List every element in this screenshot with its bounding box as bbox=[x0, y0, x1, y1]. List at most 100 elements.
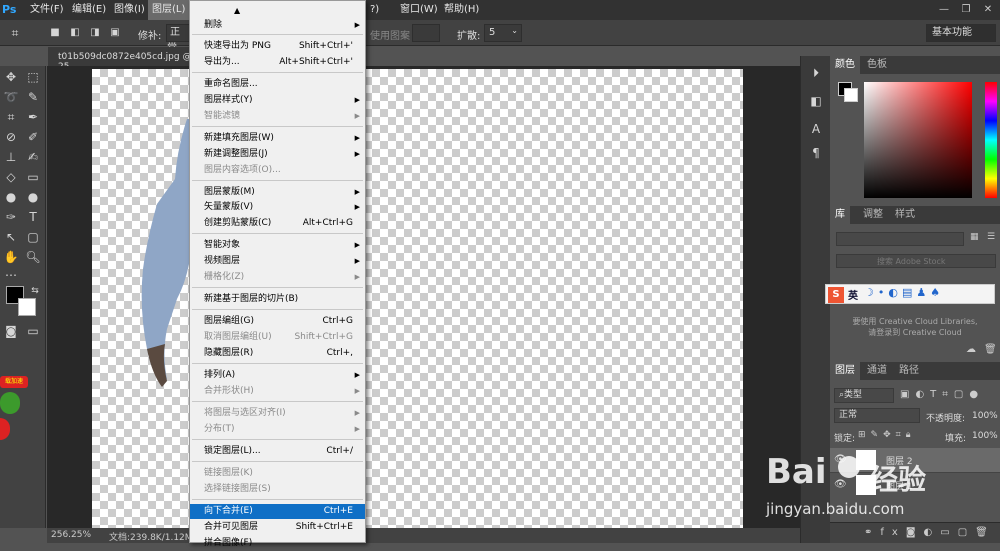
layer-menu-item[interactable]: 新建调整图层(J) ▶ bbox=[190, 147, 365, 162]
dodge-tool-icon[interactable]: ● bbox=[24, 188, 42, 206]
menu-window[interactable]: 窗口(W) bbox=[396, 0, 442, 20]
layer-menu-item[interactable]: 选择链接图层(S) bbox=[190, 482, 365, 497]
library-select[interactable] bbox=[836, 232, 964, 246]
document-tab[interactable]: t01b509dc0872e405cd.jpg @ 25 bbox=[48, 47, 192, 72]
intersect-selection-icon[interactable]: ▣ bbox=[106, 24, 124, 42]
menu-edit[interactable]: 编辑(E) bbox=[68, 0, 110, 20]
tab-color[interactable]: 颜色 bbox=[830, 56, 860, 74]
tab-paths[interactable]: 路径 bbox=[894, 362, 924, 380]
tab-layers[interactable]: 图层 bbox=[830, 362, 860, 380]
stamp-tool-icon[interactable]: ⊥ bbox=[2, 148, 20, 166]
lock-icons[interactable]: ⊞✎✥⌗🔒︎ bbox=[858, 430, 915, 440]
pattern-picker[interactable] bbox=[412, 24, 440, 42]
hand-tool-icon[interactable]: ✋ bbox=[2, 248, 20, 266]
history-panel-icon[interactable]: ⏵ bbox=[807, 64, 825, 82]
menu-image[interactable]: 图像(I) bbox=[110, 0, 149, 20]
eraser-tool-icon[interactable]: ◇ bbox=[2, 168, 20, 186]
layer-menu-item[interactable]: 导出为... Alt+Shift+Ctrl+' bbox=[190, 55, 365, 70]
layer-menu-item[interactable]: 视频图层 ▶ bbox=[190, 254, 365, 269]
more-tools-icon[interactable]: ⋯ bbox=[2, 266, 20, 284]
close-icon[interactable]: ✕ bbox=[978, 0, 998, 20]
healing-tool-icon[interactable]: ⊘ bbox=[2, 128, 20, 146]
marquee-tool-icon[interactable]: ⬚ bbox=[24, 68, 42, 86]
new-selection-icon[interactable]: ■ bbox=[46, 24, 64, 42]
paragraph-panel-icon[interactable]: ¶ bbox=[807, 144, 825, 162]
layer-menu-item[interactable]: 重命名图层... bbox=[190, 77, 365, 92]
layer-menu-item[interactable]: 新建基于图层的切片(B) bbox=[190, 292, 365, 307]
subtract-selection-icon[interactable]: ◨ bbox=[86, 24, 104, 42]
layer-menu-item[interactable]: 向下合并(E) Ctrl+E bbox=[190, 504, 365, 519]
layer-menu-item[interactable]: 新建填充图层(W) ▶ bbox=[190, 131, 365, 146]
patch-tool-icon[interactable]: ⌗ bbox=[6, 24, 24, 42]
menu-file[interactable]: 文件(F) bbox=[26, 0, 68, 20]
layer-menu-item[interactable]: 矢量蒙版(V) ▶ bbox=[190, 200, 365, 215]
grid-view-icon[interactable]: ▦ bbox=[970, 232, 982, 244]
gradient-tool-icon[interactable]: ▭ bbox=[24, 168, 42, 186]
properties-panel-icon[interactable]: ◧ bbox=[807, 92, 825, 110]
layer-menu-item[interactable]: 拼合图像(F) bbox=[190, 536, 365, 551]
path-select-icon[interactable]: ↖ bbox=[2, 228, 20, 246]
tab-swatches[interactable]: 色板 bbox=[862, 56, 892, 74]
character-panel-icon[interactable]: A bbox=[807, 120, 825, 138]
layer-menu-item[interactable]: 合并可见图层 Shift+Ctrl+E bbox=[190, 520, 365, 535]
adobe-stock-search[interactable]: 搜索 Adobe Stock bbox=[836, 254, 996, 268]
ime-toolbar[interactable]: S 英 ☽•◐▤♟♠ bbox=[825, 284, 995, 304]
shape-tool-icon[interactable]: ▢ bbox=[24, 228, 42, 246]
workspace-select[interactable]: 基本功能 bbox=[926, 24, 996, 42]
menu-view-partial[interactable]: ?) bbox=[366, 0, 383, 20]
blend-mode-select[interactable]: 正常 bbox=[834, 408, 920, 423]
ime-mode-label[interactable]: 英 bbox=[848, 287, 858, 302]
quick-select-tool-icon[interactable]: ✎ bbox=[24, 88, 42, 106]
background-color-swatch[interactable] bbox=[18, 298, 36, 316]
layer-menu-item[interactable]: 分布(T) ▶ bbox=[190, 422, 365, 437]
patch-mode-select[interactable]: 正常 bbox=[166, 24, 190, 54]
screen-mode-icon[interactable]: ▭ bbox=[24, 322, 42, 340]
layer-menu-item[interactable]: 链接图层(K) bbox=[190, 466, 365, 481]
layer-menu-item[interactable]: 栅格化(Z) ▶ bbox=[190, 270, 365, 285]
layer-menu-item[interactable]: 锁定图层(L)... Ctrl+/ bbox=[190, 444, 365, 459]
zoom-tool-icon[interactable]: 🔍︎ bbox=[24, 248, 42, 266]
use-pattern-label[interactable]: 使用图案 bbox=[370, 27, 410, 42]
tab-libraries[interactable]: 库 bbox=[830, 206, 850, 224]
ime-tools-icons[interactable]: ☽•◐▤♟♠ bbox=[864, 286, 944, 299]
zoom-level[interactable]: 256.25% bbox=[51, 530, 91, 540]
swap-colors-icon[interactable]: ⇆ bbox=[26, 282, 44, 300]
brush-tool-icon[interactable]: ✐ bbox=[24, 128, 42, 146]
layer-menu-item[interactable]: 隐藏图层(R) Ctrl+, bbox=[190, 346, 365, 361]
layer-menu-item[interactable]: 智能对象 ▶ bbox=[190, 238, 365, 253]
quick-mask-icon[interactable]: ◙ bbox=[2, 322, 20, 340]
restore-icon[interactable]: ❐ bbox=[956, 0, 976, 20]
eyedropper-tool-icon[interactable]: ✒ bbox=[24, 108, 42, 126]
layer-kind-filter[interactable]: ⌕类型 bbox=[834, 388, 894, 403]
trash-icon[interactable]: 🗑︎ bbox=[984, 344, 997, 355]
layer-menu-item[interactable]: 图层编组(G) Ctrl+G bbox=[190, 314, 365, 329]
blur-tool-icon[interactable]: ● bbox=[2, 188, 20, 206]
menu-help[interactable]: 帮助(H) bbox=[440, 0, 483, 20]
tab-channels[interactable]: 通道 bbox=[862, 362, 892, 380]
layer-menu-item[interactable]: 合并形状(H) ▶ bbox=[190, 384, 365, 399]
layer-menu-item[interactable]: 取消图层编组(U) Shift+Ctrl+G bbox=[190, 330, 365, 345]
layer-menu-item[interactable]: 排列(A) ▶ bbox=[190, 368, 365, 383]
type-tool-icon[interactable]: T bbox=[24, 208, 42, 226]
crop-tool-icon[interactable]: ⌗ bbox=[2, 108, 20, 126]
layer-filter-icons[interactable]: ▣◐T⌗▢● bbox=[900, 389, 984, 400]
minimize-icon[interactable]: — bbox=[934, 0, 954, 20]
layer-menu-item[interactable]: 图层样式(Y) ▶ bbox=[190, 93, 365, 108]
layer-menu-item[interactable]: 图层内容选项(O)... bbox=[190, 163, 365, 178]
tab-styles[interactable]: 样式 bbox=[890, 206, 920, 224]
pen-tool-icon[interactable]: ✑ bbox=[2, 208, 20, 226]
lasso-tool-icon[interactable]: ➰ bbox=[2, 88, 20, 106]
fill-value[interactable]: 100% bbox=[972, 431, 998, 441]
diffusion-select[interactable]: 5 ⌄ bbox=[484, 24, 522, 42]
menu-layer[interactable]: 图层(L) bbox=[148, 0, 190, 20]
tab-adjustments[interactable]: 调整 bbox=[858, 206, 888, 224]
add-selection-icon[interactable]: ◧ bbox=[66, 24, 84, 42]
color-bg-swatch[interactable] bbox=[844, 88, 858, 102]
layer-menu-item[interactable]: 创建剪贴蒙版(C) Alt+Ctrl+G bbox=[190, 216, 365, 231]
layer-menu-item[interactable]: 将图层与选区对齐(I) ▶ bbox=[190, 406, 365, 421]
hue-slider[interactable] bbox=[985, 82, 997, 198]
list-view-icon[interactable]: ☰ bbox=[987, 232, 999, 244]
move-tool-icon[interactable]: ✥ bbox=[2, 68, 20, 86]
layer-menu-item[interactable]: 删除 ▶ bbox=[190, 18, 365, 33]
cloud-sync-icon[interactable]: ☁ bbox=[966, 344, 976, 355]
